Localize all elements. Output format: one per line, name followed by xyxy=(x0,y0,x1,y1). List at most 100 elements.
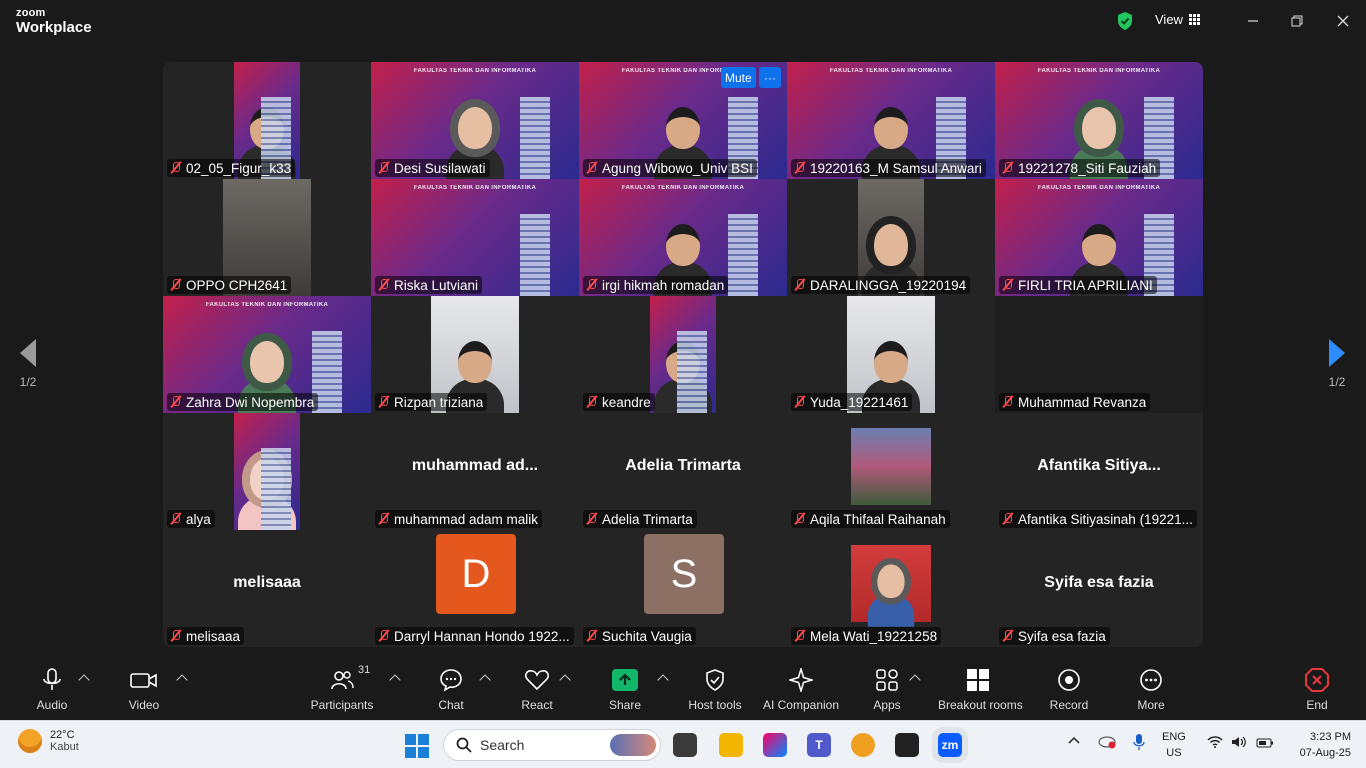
virtual-background-banner: FAKULTAS TEKNIK DAN INFORMATIKA xyxy=(1037,185,1161,191)
battery-icon[interactable] xyxy=(1256,737,1274,753)
record-button[interactable]: Record xyxy=(1029,666,1109,712)
apps-button[interactable]: Apps xyxy=(847,666,927,712)
participant-tile[interactable]: FAKULTAS TEKNIK DAN INFORMATIKA Riska Lut… xyxy=(371,179,579,296)
participant-name: OPPO CPH2641 xyxy=(186,277,288,293)
participant-tile[interactable]: Mela Wati_19221258 xyxy=(787,530,995,647)
participant-tile[interactable]: Rizpan triziana xyxy=(371,296,579,413)
participant-name: Darryl Hannan Hondo 1922... xyxy=(394,628,570,644)
chevron-left-icon xyxy=(20,339,36,367)
next-page-button[interactable]: 1/2 xyxy=(1317,339,1357,389)
participant-tile[interactable]: alya xyxy=(163,413,371,530)
zoom-taskbar-icon[interactable]: zm xyxy=(938,733,962,757)
host-shield-icon xyxy=(706,669,724,691)
participant-tile[interactable]: FAKULTAS TEKNIK DAN INFORMATIKA Mute ··· Ag… xyxy=(579,62,787,179)
participant-name: alya xyxy=(186,511,211,527)
participant-tile[interactable]: FAKULTAS TEKNIK DAN INFORMATIKA Zahra Dwi… xyxy=(163,296,371,413)
ai-companion-button[interactable]: AI Companion xyxy=(761,666,841,712)
participants-options-caret[interactable] xyxy=(389,674,401,686)
participant-name-tag: Rizpan triziana xyxy=(375,393,488,411)
taskbar-search[interactable]: Search xyxy=(443,729,661,761)
browser-icon[interactable] xyxy=(851,733,875,757)
participant-tile[interactable]: Syifa esa fazia Syifa esa fazia xyxy=(995,530,1203,647)
participant-name: Muhammad Revanza xyxy=(1018,394,1147,410)
participant-tile[interactable]: FAKULTAS TEKNIK DAN INFORMATIKA irgi hikm… xyxy=(579,179,787,296)
prev-page-button[interactable]: 1/2 xyxy=(8,339,48,389)
participant-figure xyxy=(238,452,296,530)
participant-tile[interactable]: FAKULTAS TEKNIK DAN INFORMATIKA 19221278_… xyxy=(995,62,1203,179)
participant-tile[interactable]: S Suchita Vaugia xyxy=(579,530,787,647)
page-indicator-left: 1/2 xyxy=(19,375,37,389)
participant-tile[interactable]: FAKULTAS TEKNIK DAN INFORMATIKA 19220163_… xyxy=(787,62,995,179)
participant-tile[interactable]: Aqila Thifaal Raihanah xyxy=(787,413,995,530)
participant-name: 19220163_M Samsul Anwari xyxy=(810,160,982,176)
participant-tile[interactable]: Adelia Trimarta Adelia Trimarta xyxy=(579,413,787,530)
teams-icon[interactable]: T xyxy=(807,733,831,757)
participant-tile[interactable]: DARALINGGA_19220194 xyxy=(787,179,995,296)
participant-tile[interactable]: Yuda_19221461 xyxy=(787,296,995,413)
participant-name-tag: Aqila Thifaal Raihanah xyxy=(791,510,950,528)
host-tools-button[interactable]: Host tools xyxy=(675,666,755,712)
participant-tile[interactable]: melisaaa melisaaa xyxy=(163,530,371,647)
weather-condition: Kabut xyxy=(50,741,79,753)
shield-check-icon[interactable] xyxy=(1116,11,1134,31)
chevron-up-icon[interactable] xyxy=(1068,735,1080,752)
minimize-button[interactable] xyxy=(1242,10,1264,32)
participant-tile[interactable]: Afantika Sitiya... Afantika Sitiyasinah (… xyxy=(995,413,1203,530)
sticky-notes-icon[interactable] xyxy=(895,733,919,757)
volume-icon[interactable] xyxy=(1231,736,1247,753)
audio-label: Audio xyxy=(36,698,68,712)
language-indicator[interactable]: ENG US xyxy=(1162,729,1186,761)
clock[interactable]: 3:23 PM 07-Aug-25 xyxy=(1287,729,1351,761)
participant-avatar: D xyxy=(436,534,516,614)
react-button[interactable]: React xyxy=(497,666,577,712)
view-button[interactable]: View xyxy=(1155,12,1200,27)
task-view-icon[interactable] xyxy=(673,733,697,757)
breakout-rooms-button[interactable]: Breakout rooms xyxy=(938,666,1023,712)
participant-tile[interactable]: OPPO CPH2641 xyxy=(163,179,371,296)
end-button[interactable]: End xyxy=(1277,666,1357,712)
close-button[interactable] xyxy=(1332,10,1354,32)
end-label: End xyxy=(1306,698,1328,712)
weather-widget[interactable]: 22°C Kabut xyxy=(18,729,79,753)
more-button[interactable]: More xyxy=(1111,666,1191,712)
participant-name-tag: 02_05_Figur_k33 xyxy=(167,159,296,177)
participant-name-tag: Zahra Dwi Nopembra xyxy=(167,393,319,411)
share-button[interactable]: Share xyxy=(585,666,665,712)
wifi-icon[interactable] xyxy=(1207,736,1223,753)
participant-name-tag: keandre xyxy=(583,393,655,411)
copilot-icon[interactable] xyxy=(763,733,787,757)
participant-tile[interactable]: 02_05_Figur_k33 xyxy=(163,62,371,179)
chat-icon xyxy=(440,669,462,692)
close-icon xyxy=(1337,15,1349,27)
participant-tile[interactable]: FAKULTAS TEKNIK DAN INFORMATIKA FIRLI TRI… xyxy=(995,179,1203,296)
brand-large: Workplace xyxy=(16,19,92,36)
participant-tile[interactable]: muhammad ad... muhammad adam malik xyxy=(371,413,579,530)
participant-name: irgi hikmah romadan xyxy=(602,277,725,293)
audio-button[interactable]: Audio xyxy=(12,666,92,712)
participant-tile[interactable]: keandre xyxy=(579,296,787,413)
video-button[interactable]: Video xyxy=(104,666,184,712)
participant-tile[interactable]: FAKULTAS TEKNIK DAN INFORMATIKA Desi Susi… xyxy=(371,62,579,179)
breakout-label: Breakout rooms xyxy=(938,698,1023,712)
brand-small: zoom xyxy=(16,7,46,19)
participant-name-tag: muhammad adam malik xyxy=(375,510,543,528)
tile-mute-button[interactable]: Mute xyxy=(721,67,756,88)
participant-tile[interactable]: D Darryl Hannan Hondo 1922... xyxy=(371,530,579,647)
chat-button[interactable]: Chat xyxy=(411,666,491,712)
file-explorer-icon[interactable] xyxy=(719,733,743,757)
virtual-background-banner: FAKULTAS TEKNIK DAN INFORMATIKA xyxy=(621,68,745,74)
participant-name: Suchita Vaugia xyxy=(602,628,692,644)
participant-display-name: Afantika Sitiya... xyxy=(1037,457,1161,474)
microphone-tray-icon[interactable] xyxy=(1133,733,1145,756)
participant-video xyxy=(851,545,931,627)
participant-tile[interactable]: Muhammad Revanza xyxy=(995,296,1203,413)
page-indicator-right: 1/2 xyxy=(1328,375,1346,389)
tile-more-button[interactable]: ··· xyxy=(759,67,781,88)
windows-start-icon[interactable] xyxy=(405,734,429,758)
participant-name-tag: Suchita Vaugia xyxy=(583,627,696,645)
network-alert-icon[interactable] xyxy=(1098,735,1116,754)
search-icon xyxy=(456,737,472,753)
restore-button[interactable] xyxy=(1286,10,1308,32)
participant-name-tag: Adelia Trimarta xyxy=(583,510,697,528)
participant-name-tag: Agung Wibowo_Univ BSI xyxy=(583,159,757,177)
